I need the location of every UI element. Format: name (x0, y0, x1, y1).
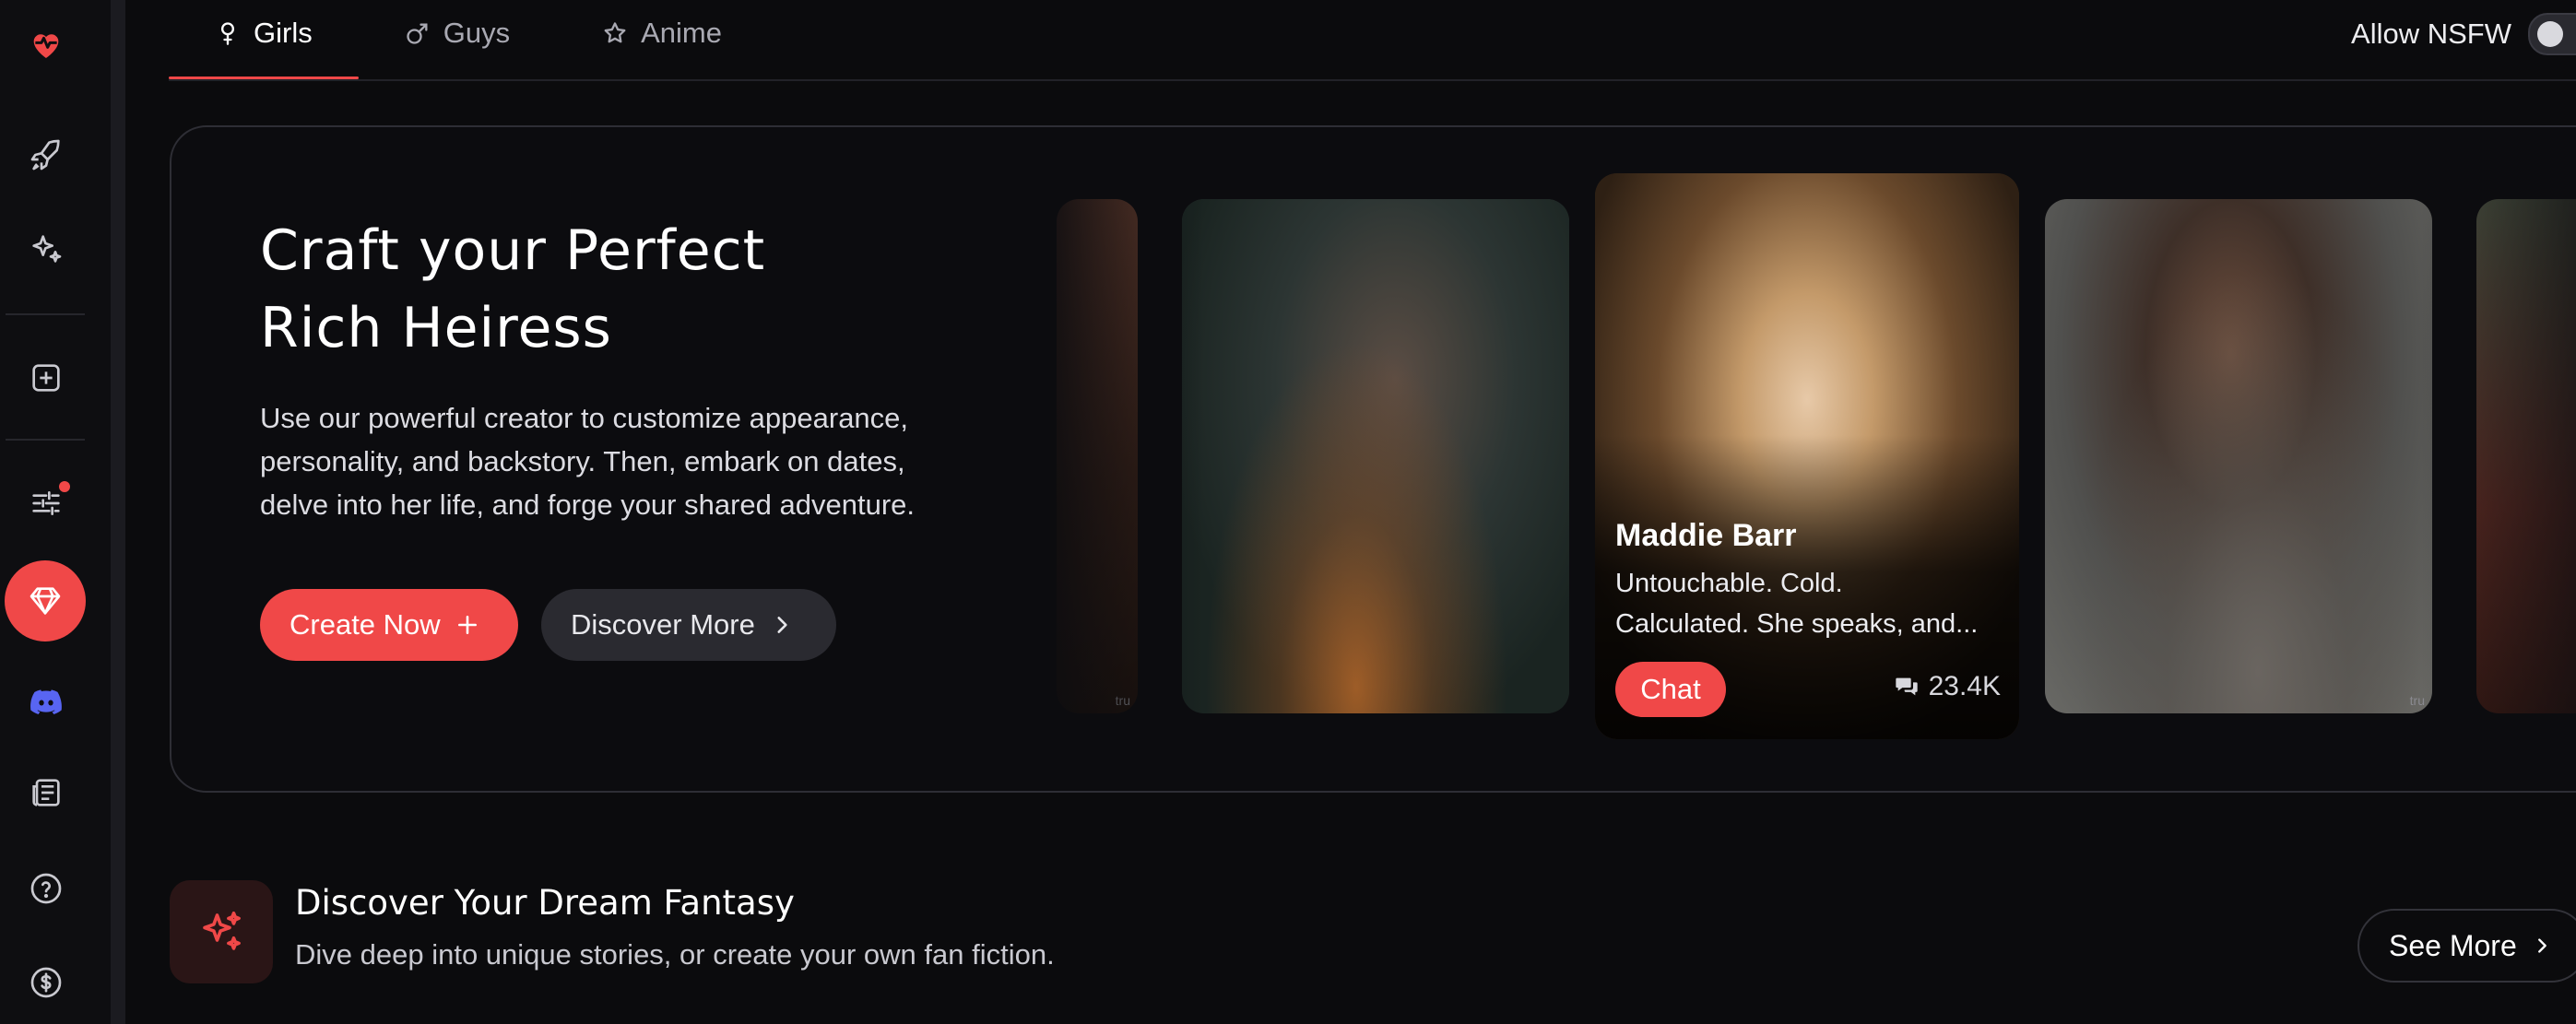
section-subtitle: Dive deep into unique stories, or create… (295, 938, 1055, 971)
see-more-label: See More (2389, 928, 2517, 962)
tab-girls[interactable]: Girls (169, 0, 359, 79)
featured-character-card[interactable]: Maddie Barr Untouchable. Cold. Calculate… (1595, 173, 2019, 739)
plus-square-icon[interactable] (13, 345, 79, 411)
tab-guys[interactable]: Guys (359, 0, 556, 66)
discover-more-button[interactable]: Discover More (541, 589, 836, 661)
toggle-knob (2537, 21, 2563, 47)
sparkles-icon (170, 880, 273, 983)
chevron-right-icon (777, 617, 787, 633)
nsfw-toggle-group: Allow NSFW (2351, 13, 2576, 55)
sidebar-divider (6, 313, 85, 315)
help-icon[interactable] (13, 855, 79, 922)
heart-pulse-logo-icon[interactable] (13, 11, 79, 77)
chat-count-value: 23.4K (1928, 671, 2001, 701)
tab-anime[interactable]: Anime (556, 0, 768, 66)
hero-title: Craft your Perfect Rich Heiress (260, 212, 905, 367)
discover-more-label: Discover More (571, 608, 755, 641)
tabs-divider (169, 79, 2576, 81)
hero-banner: Craft your Perfect Rich Heiress Use our … (170, 125, 2576, 793)
blurb-line: Calculated. She speaks, and... (1615, 609, 1979, 639)
chat-count: 23.4K (1894, 671, 2001, 702)
character-blurb: Untouchable. Cold. Calculated. She speak… (1615, 563, 2003, 644)
hero-desc-line: delve into her life, and forge your shar… (260, 488, 916, 521)
sidebar (0, 0, 112, 1024)
photo-detail (2045, 199, 2432, 713)
character-card[interactable] (1182, 199, 1569, 713)
tab-label: Guys (443, 17, 511, 49)
create-now-label: Create Now (290, 608, 441, 641)
hero-title-line: Craft your Perfect (260, 218, 766, 283)
category-tabs: Girls Guys Anime (169, 0, 768, 79)
sidebar-scroll-rail (111, 0, 125, 1024)
hero-title-line: Rich Heiress (260, 296, 612, 360)
carousel-fade-right (2421, 127, 2576, 791)
messages-icon (1895, 677, 1918, 696)
tab-label: Anime (641, 17, 722, 49)
diamond-premium-icon[interactable] (5, 560, 86, 641)
tab-label: Girls (254, 17, 313, 49)
hero-desc-line: personality, and backstory. Then, embark… (260, 445, 905, 477)
chevron-right-icon (2537, 938, 2546, 953)
nsfw-toggle[interactable] (2528, 13, 2576, 55)
section-title: Discover Your Dream Fantasy (295, 883, 795, 923)
news-icon[interactable] (13, 759, 79, 826)
sparkles-icon[interactable] (13, 216, 79, 282)
sidebar-divider (6, 439, 85, 441)
character-name: Maddie Barr (1615, 518, 1797, 553)
sliders-icon[interactable] (13, 470, 79, 536)
character-card[interactable]: tru (2045, 199, 2432, 713)
plus-icon (457, 616, 477, 634)
female-icon (221, 22, 234, 45)
discord-icon[interactable] (13, 667, 79, 734)
create-now-button[interactable]: Create Now (260, 589, 518, 661)
notification-dot (59, 481, 70, 492)
nsfw-label: Allow NSFW (2351, 18, 2511, 50)
rocket-icon[interactable] (13, 122, 79, 188)
carousel-fade-left (964, 127, 1204, 791)
star-icon (604, 22, 626, 43)
see-more-button[interactable]: See More (2357, 909, 2576, 983)
chat-button[interactable]: Chat (1615, 662, 1726, 717)
photo-detail (1182, 199, 1569, 713)
male-icon (407, 23, 428, 44)
hero-desc-line: Use our powerful creator to customize ap… (260, 402, 909, 434)
dollar-icon[interactable] (13, 949, 79, 1016)
hero-description: Use our powerful creator to customize ap… (260, 396, 961, 526)
blurb-line: Untouchable. Cold. (1615, 569, 1843, 598)
